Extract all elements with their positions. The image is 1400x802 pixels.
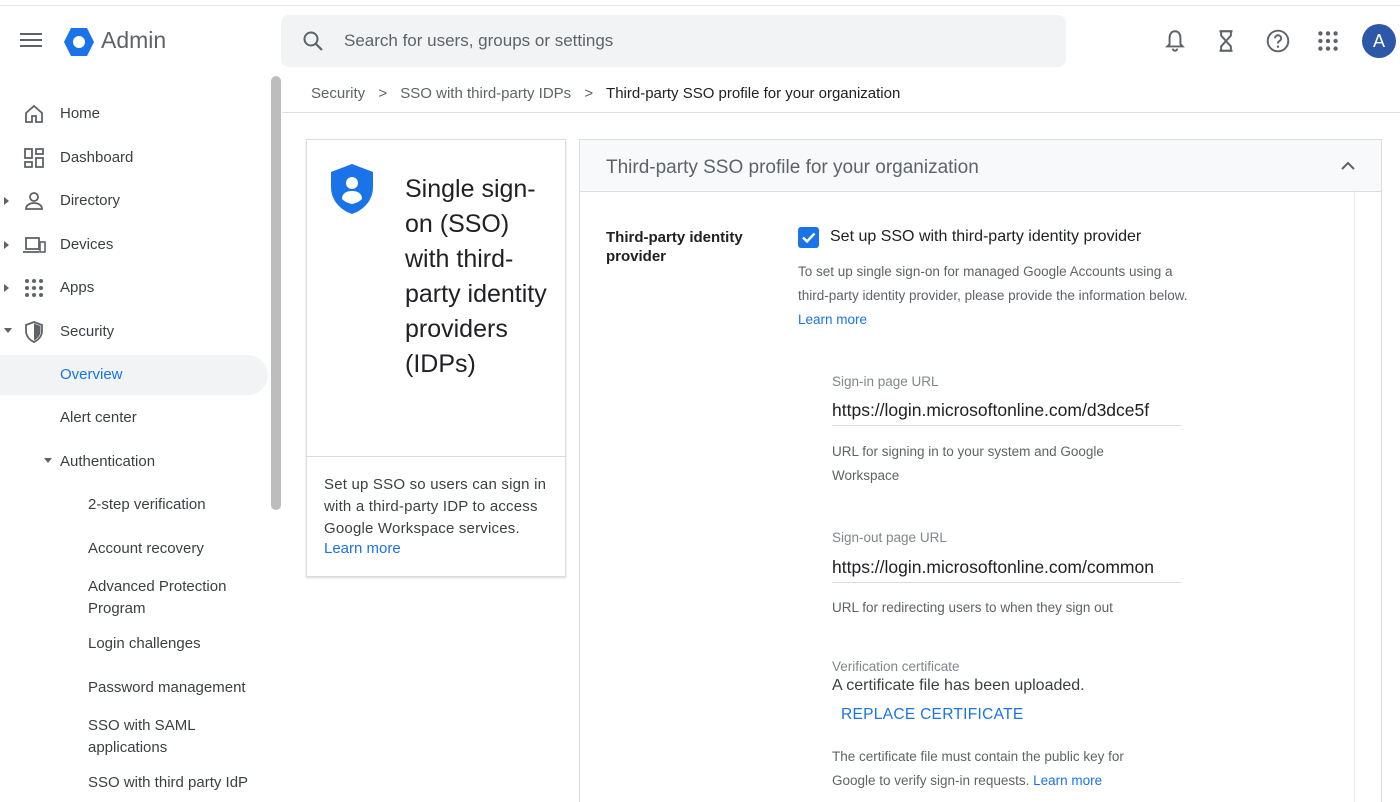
breadcrumb-divider: [282, 112, 1400, 113]
devices-icon: [23, 237, 46, 253]
sidebar-item-label: Apps: [60, 279, 95, 296]
expand-caret-icon[interactable]: [4, 197, 9, 205]
info-card: Single sign-on (SSO) with third-party id…: [306, 139, 566, 577]
signout-url-label: Sign-out page URL: [832, 530, 947, 545]
info-card-learn-more-link[interactable]: Learn more: [324, 540, 401, 557]
sso-helper-text: To set up single sign-on for managed Goo…: [798, 260, 1188, 332]
sidebar-item-security[interactable]: Security: [0, 312, 268, 352]
sidebar-item-devices[interactable]: Devices: [0, 225, 268, 265]
certificate-help: The certificate file must contain the pu…: [832, 745, 1162, 793]
panel-title: Third-party SSO profile for your organiz…: [606, 157, 979, 178]
panel-header[interactable]: Third-party SSO profile for your organiz…: [580, 140, 1381, 192]
sidebar-item-sso-third-party[interactable]: SSO with third party IdP: [0, 763, 268, 802]
sidebar-item-label: Password management: [88, 679, 246, 696]
sidebar-item-label: SSO with third party IdP: [88, 774, 249, 791]
sidebar-scrollbar[interactable]: [271, 76, 281, 510]
breadcrumb-security[interactable]: Security: [311, 85, 365, 102]
breadcrumb-sso-third-party[interactable]: SSO with third-party IDPs: [400, 85, 571, 102]
help-icon[interactable]: [1265, 28, 1291, 54]
collapse-caret-icon[interactable]: [4, 328, 12, 333]
security-shield-icon: [331, 164, 373, 214]
sidebar-item-sso-saml[interactable]: SSO with SAML applications: [0, 705, 268, 756]
sidebar-item-login-challenges[interactable]: Login challenges: [0, 624, 268, 664]
expand-caret-icon[interactable]: [4, 284, 9, 292]
breadcrumb: Security > SSO with third-party IDPs > T…: [311, 85, 900, 102]
sidebar-item-label: Alert center: [60, 409, 137, 426]
app-title[interactable]: Admin: [101, 27, 166, 54]
helper-text: To set up single sign-on for managed Goo…: [798, 264, 1188, 303]
collapse-caret-icon[interactable]: [44, 458, 52, 463]
sidebar-item-label: Home: [60, 105, 101, 122]
sidebar-item-alert-center[interactable]: Alert center: [0, 398, 268, 438]
sidebar-item-directory[interactable]: Directory: [0, 181, 268, 221]
expand-caret-icon[interactable]: [4, 241, 9, 249]
sidebar-item-label: Dashboard: [60, 149, 134, 166]
tasks-hourglass-icon[interactable]: [1213, 28, 1239, 54]
sso-enable-checkbox[interactable]: [798, 227, 819, 248]
sidebar-item-label: Security: [60, 323, 115, 340]
replace-certificate-button[interactable]: REPLACE CERTIFICATE: [832, 700, 1033, 730]
chevron-up-icon[interactable]: [1340, 160, 1356, 172]
certificate-label: Verification certificate: [832, 659, 960, 674]
apps-grid-icon: [25, 279, 43, 297]
sidebar-item-label: SSO with SAML applications: [88, 717, 195, 756]
avatar[interactable]: A: [1362, 24, 1396, 58]
main-menu-icon[interactable]: [20, 30, 42, 52]
sidebar-item-authentication[interactable]: Authentication: [0, 442, 268, 482]
search-bar[interactable]: [281, 15, 1066, 67]
breadcrumb-current: Third-party SSO profile for your organiz…: [606, 85, 901, 102]
signin-url-label: Sign-in page URL: [832, 374, 939, 389]
admin-logo-icon: [64, 28, 94, 56]
sidebar-item-overview[interactable]: Overview: [0, 355, 268, 395]
sidebar-item-label: Devices: [60, 236, 114, 253]
sidebar-item-dashboard[interactable]: Dashboard: [0, 138, 268, 178]
sidebar-item-apps[interactable]: Apps: [0, 268, 268, 308]
shield-icon: [25, 321, 43, 343]
sso-enable-label[interactable]: Set up SSO with third-party identity pro…: [830, 228, 1141, 246]
apps-grid-icon[interactable]: [1315, 28, 1341, 54]
home-icon: [25, 104, 43, 123]
signout-url-help: URL for redirecting users to when they s…: [832, 600, 1113, 615]
chevron-right-icon: >: [378, 85, 388, 102]
top-edge: [0, 0, 1400, 6]
sidebar-item-account-recovery[interactable]: Account recovery: [0, 529, 268, 569]
sidebar-item-label: Advanced Protection Program: [88, 578, 227, 617]
sidebar-item-label: Login challenges: [88, 635, 201, 652]
signout-url-input[interactable]: [832, 553, 1181, 583]
sidebar-item-advanced-protection[interactable]: Advanced Protection Program: [0, 566, 268, 617]
sidebar-item-home[interactable]: Home: [0, 94, 268, 134]
sidebar-item-label: 2-step verification: [88, 496, 206, 513]
sidebar-item-label: Directory: [60, 192, 121, 209]
sidebar-item-password-management[interactable]: Password management: [0, 668, 268, 708]
chevron-right-icon: >: [584, 85, 594, 102]
certificate-status: A certificate file has been uploaded.: [832, 677, 1085, 694]
sidebar-item-label: Authentication: [60, 453, 156, 470]
sidebar-item-label: Overview: [60, 366, 123, 383]
search-icon: [303, 31, 323, 51]
panel-inner-divider: [1354, 190, 1355, 802]
certificate-learn-more-link[interactable]: Learn more: [1033, 773, 1102, 788]
sidebar-item-2-step-verification[interactable]: 2-step verification: [0, 485, 268, 525]
dashboard-icon: [24, 148, 44, 168]
checkmark-icon: [802, 232, 816, 244]
helper-learn-more-link[interactable]: Learn more: [798, 312, 867, 327]
signin-url-input[interactable]: [832, 396, 1181, 426]
sidebar-item-label: Account recovery: [88, 540, 204, 557]
sidebar-nav: Home Dashboard Directory Devices Apps Se…: [0, 84, 282, 802]
search-input[interactable]: [344, 28, 1024, 54]
signin-url-help: URL for signing in to your system and Go…: [832, 444, 1104, 483]
info-card-description: Set up SSO so users can sign in with a t…: [324, 476, 547, 537]
person-icon: [25, 192, 43, 210]
info-card-divider: [307, 456, 565, 457]
info-card-heading: Single sign-on (SSO) with third-party id…: [405, 175, 547, 378]
notifications-icon[interactable]: [1162, 28, 1188, 54]
third-party-idp-label: Third-party identity provider: [606, 229, 743, 265]
